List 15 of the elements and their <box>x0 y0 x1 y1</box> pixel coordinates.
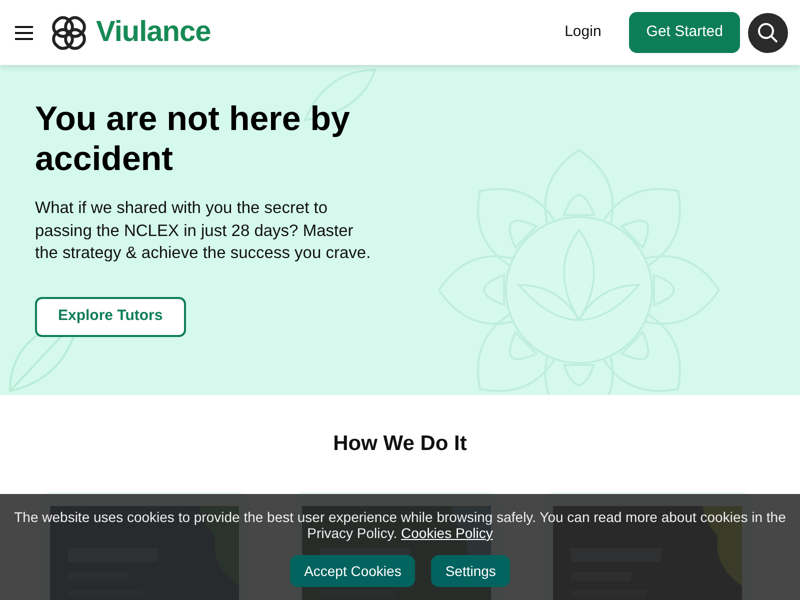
search-button[interactable] <box>748 12 788 52</box>
cookie-notice-text: The website uses cookies to provide the best user experience while browsing safely. You can read more about cookies in the Privacy Policy. Cookies Policy <box>13 509 787 541</box>
accept-cookies-button[interactable]: Accept Cookies <box>290 555 416 587</box>
knot-logo-icon <box>50 14 88 52</box>
explore-tutors-button[interactable]: Explore Tutors <box>35 296 186 336</box>
section-heading: How We Do It <box>332 431 468 456</box>
login-link[interactable]: Login <box>552 13 614 52</box>
brand-name[interactable]: Viulance <box>96 10 211 54</box>
hero-heading: You are not here by accident <box>35 99 351 179</box>
search-icon <box>757 22 779 44</box>
hero-text: What if we shared with you the secret to passing the NCLEX in just 28 days? Master the strategy & achieve the success you crave. <box>35 198 372 264</box>
cookie-settings-button[interactable]: Settings <box>431 555 510 587</box>
menu-icon[interactable] <box>14 24 34 40</box>
get-started-button[interactable]: Get Started <box>629 12 740 53</box>
cookies-policy-link[interactable]: Cookies Policy <box>401 525 493 541</box>
